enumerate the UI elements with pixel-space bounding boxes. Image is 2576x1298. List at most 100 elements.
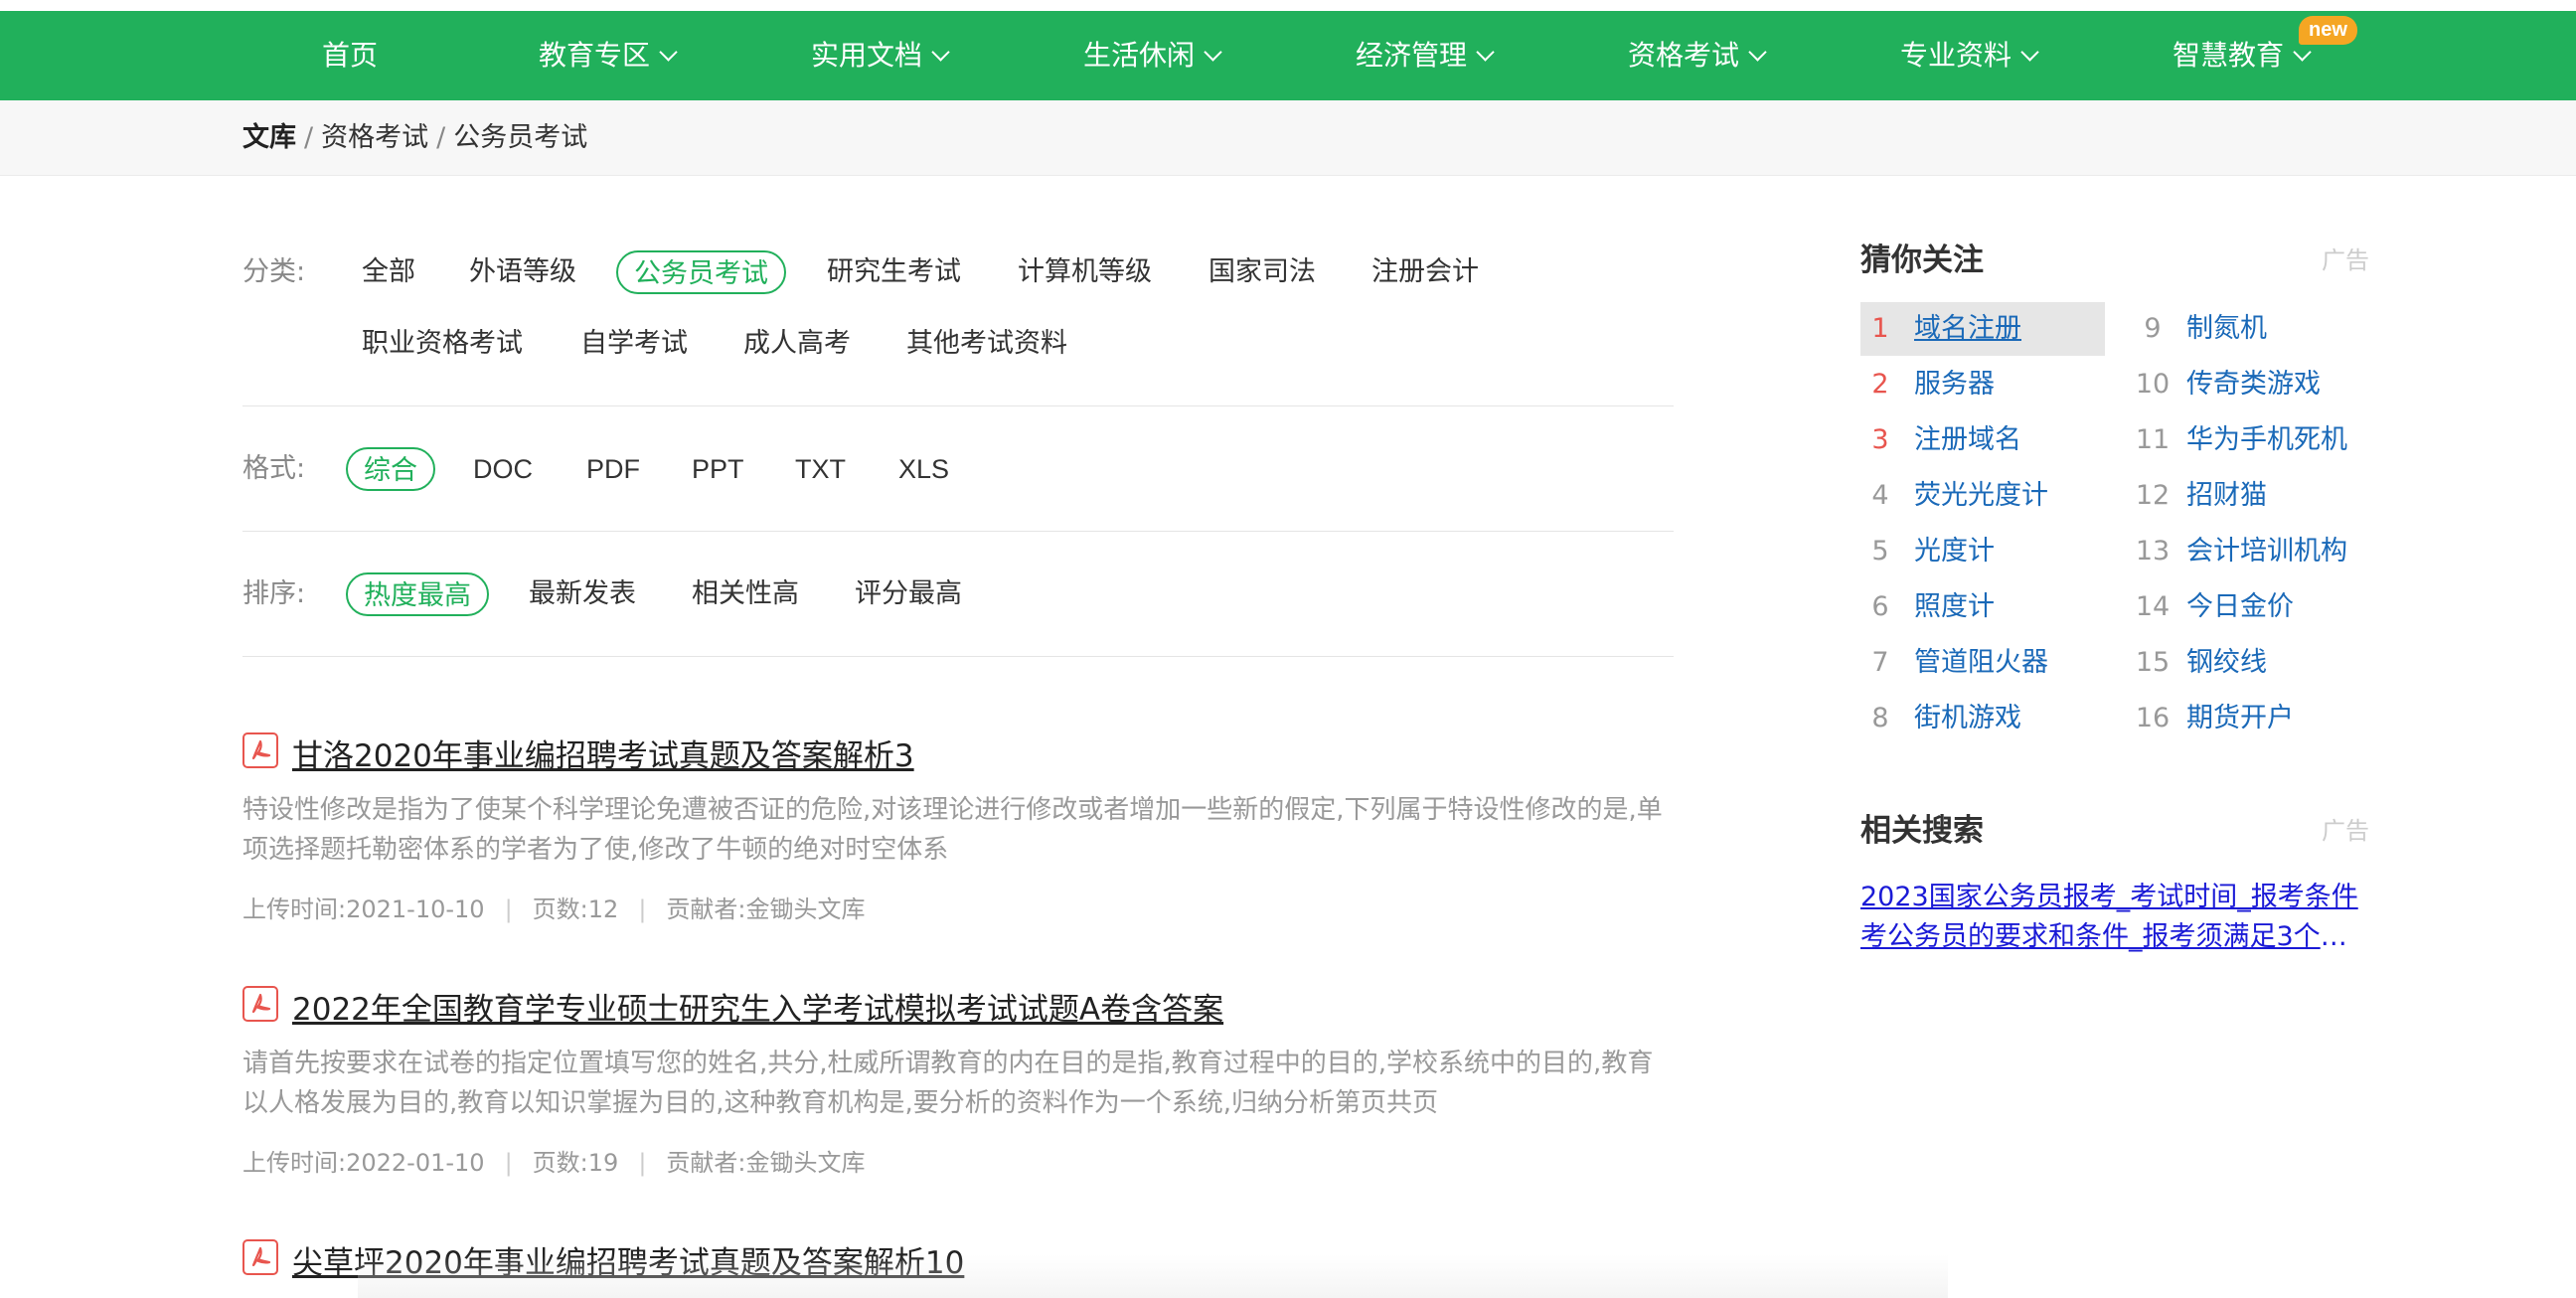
- category-option-other[interactable]: 其他考试资料: [906, 322, 1067, 366]
- format-option-xls[interactable]: XLS: [898, 447, 949, 491]
- filter-divider: [242, 656, 1674, 657]
- rank-number: 15: [2135, 647, 2171, 678]
- rank-number: 13: [2135, 536, 2171, 567]
- filter-divider: [242, 531, 1674, 532]
- hot-item[interactable]: 14 今日金价: [2133, 580, 2294, 634]
- hot-item[interactable]: 2 服务器: [1860, 358, 1995, 411]
- hot-item-link: 传奇类游戏: [2186, 369, 2321, 400]
- format-option-ppt[interactable]: PPT: [692, 447, 744, 491]
- page-count-label: 页数:: [532, 895, 588, 923]
- document-description: 特设性修改是指为了使某个科学理论免遭被否证的危险,对该理论进行修改或者增加一些新…: [242, 795, 1663, 865]
- hot-item[interactable]: 16 期货开户: [2133, 692, 2294, 745]
- chevron-down-icon: [931, 43, 950, 62]
- hot-item[interactable]: 12 招财猫: [2133, 469, 2267, 523]
- rank-number: 10: [2135, 369, 2171, 400]
- category-option-adult-college[interactable]: 成人高考: [743, 322, 851, 366]
- new-badge: new: [2299, 16, 2357, 45]
- rank-number: 8: [1871, 703, 1889, 733]
- hot-item[interactable]: 1 域名注册: [1860, 302, 2105, 356]
- breadcrumb-separator: /: [436, 122, 446, 153]
- sort-option-hottest[interactable]: 热度最高: [346, 572, 489, 616]
- nav-item-label: 实用文档: [811, 39, 923, 72]
- category-option-postgraduate[interactable]: 研究生考试: [827, 250, 961, 294]
- sort-option-newest[interactable]: 最新发表: [529, 572, 636, 616]
- pdf-icon: [242, 732, 278, 768]
- nav-item-qualification-exam[interactable]: 资格考试: [1628, 11, 1767, 100]
- related-search-link[interactable]: 2023国家公务员报考_考试时间_报考条件: [1860, 875, 2369, 913]
- guess-section-title: 猜你关注: [1860, 243, 1984, 278]
- sort-filter-label: 排序:: [242, 578, 306, 609]
- document-meta: 上传时间:2022-01-10 | 页数:19 | 贡献者:金锄头文库: [242, 1143, 866, 1178]
- category-option-self-study[interactable]: 自学考试: [580, 322, 688, 366]
- meta-separator: |: [638, 1149, 647, 1177]
- contributor: 金锄头文库: [745, 1149, 866, 1177]
- chevron-down-icon: [659, 43, 678, 62]
- rank-number: 11: [2135, 424, 2171, 455]
- hot-item-link: 制氮机: [2186, 313, 2267, 344]
- format-filter-label: 格式:: [242, 453, 306, 484]
- page-count: 12: [587, 895, 619, 923]
- meta-separator: |: [638, 895, 647, 923]
- nav-item-label: 智慧教育: [2173, 39, 2285, 72]
- nav-item-practical-docs[interactable]: 实用文档: [811, 11, 950, 100]
- nav-item-label: 资格考试: [1628, 39, 1740, 72]
- hot-item-link: 期货开户: [2186, 703, 2294, 733]
- document-title-link[interactable]: 2022年全国教育学专业硕士研究生入学考试模拟考试试题A卷含答案: [292, 984, 1223, 1029]
- chevron-down-icon: [2020, 43, 2039, 62]
- rank-number: 2: [1871, 369, 1889, 400]
- hot-item[interactable]: 10 传奇类游戏: [2133, 358, 2321, 411]
- chevron-down-icon: [1476, 43, 1495, 62]
- hot-item-link: 街机游戏: [1914, 703, 2021, 733]
- nav-item-lifestyle[interactable]: 生活休闲: [1083, 11, 1222, 100]
- document-description: 请首先按要求在试卷的指定位置填写您的姓名,共分,杜威所谓教育的内在目的是指,教育…: [242, 1049, 1654, 1118]
- pdf-icon: [242, 1239, 278, 1275]
- nav-item-professional[interactable]: 专业资料: [1900, 11, 2039, 100]
- sort-option-relevance[interactable]: 相关性高: [692, 572, 799, 616]
- hot-item-link: 钢绞线: [2186, 647, 2267, 678]
- contributor: 金锄头文库: [745, 895, 866, 923]
- hot-item[interactable]: 3 注册域名: [1860, 413, 2021, 467]
- breadcrumb-separator: /: [304, 122, 314, 153]
- breadcrumb-root[interactable]: 文库: [242, 122, 296, 153]
- format-option-pdf[interactable]: PDF: [586, 447, 640, 491]
- hot-item[interactable]: 8 街机游戏: [1860, 692, 2021, 745]
- hot-item[interactable]: 7 管道阻火器: [1860, 636, 2048, 690]
- hot-item[interactable]: 6 照度计: [1860, 580, 1995, 634]
- page-count-label: 页数:: [532, 1149, 588, 1177]
- breadcrumb-level1[interactable]: 资格考试: [321, 122, 428, 153]
- hot-item[interactable]: 5 光度计: [1860, 525, 1995, 578]
- hot-item[interactable]: 11 华为手机死机: [2133, 413, 2347, 467]
- hot-item-link: 招财猫: [2186, 480, 2267, 511]
- category-option-foreign-language[interactable]: 外语等级: [469, 250, 576, 294]
- hot-item-link: 注册域名: [1914, 424, 2021, 455]
- category-option-all[interactable]: 全部: [362, 250, 415, 294]
- category-option-computer[interactable]: 计算机等级: [1018, 250, 1152, 294]
- category-option-civil-service[interactable]: 公务员考试: [616, 250, 786, 294]
- nav-item-home[interactable]: 首页: [322, 11, 378, 100]
- category-filter-label: 分类:: [242, 256, 306, 287]
- related-search-link[interactable]: 考公务员的要求和条件_报考须满足3个条件: [1860, 914, 2369, 953]
- document-title-link[interactable]: 尖草坪2020年事业编招聘考试真题及答案解析10: [292, 1237, 964, 1282]
- document-title-link[interactable]: 甘洛2020年事业编招聘考试真题及答案解析3: [292, 730, 914, 775]
- format-option-doc[interactable]: DOC: [473, 447, 533, 491]
- category-option-judicial[interactable]: 国家司法: [1208, 250, 1316, 294]
- hot-item-link: 光度计: [1914, 536, 1995, 567]
- nav-item-education[interactable]: 教育专区: [539, 11, 678, 100]
- format-option-txt[interactable]: TXT: [795, 447, 846, 491]
- nav-item-smart-education[interactable]: 智慧教育: [2173, 11, 2312, 100]
- hot-item-link: 域名注册: [1914, 313, 2021, 344]
- hot-item[interactable]: 4 荧光光度计: [1860, 469, 2048, 523]
- category-option-cpa[interactable]: 注册会计: [1371, 250, 1479, 294]
- sort-option-rating[interactable]: 评分最高: [855, 572, 962, 616]
- category-option-vocational[interactable]: 职业资格考试: [362, 322, 523, 366]
- upload-time-label: 上传时间:: [242, 895, 347, 923]
- rank-number: 3: [1871, 424, 1889, 455]
- hot-item[interactable]: 13 会计培训机构: [2133, 525, 2347, 578]
- hot-item[interactable]: 15 钢绞线: [2133, 636, 2267, 690]
- nav-item-economics[interactable]: 经济管理: [1356, 11, 1495, 100]
- rank-number: 1: [1871, 313, 1889, 344]
- nav-item-label: 经济管理: [1356, 39, 1468, 72]
- hot-item[interactable]: 9 制氮机: [2133, 302, 2267, 356]
- format-option-all[interactable]: 综合: [346, 447, 435, 491]
- main-nav: 首页 教育专区 实用文档 生活休闲 经济管理 资格考试 专业资料 智慧教育: [0, 11, 2576, 100]
